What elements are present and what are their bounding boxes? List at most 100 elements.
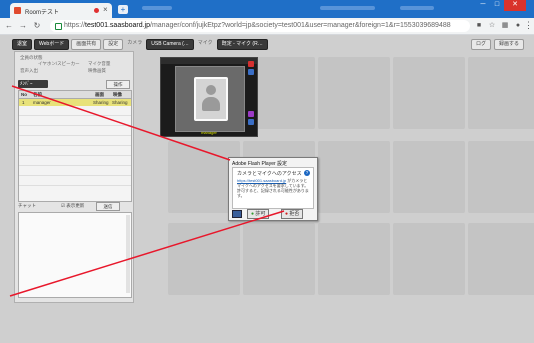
chat-send-button[interactable]: 送信: [96, 202, 120, 211]
member-title: ﾒﾝﾊﾞｰ: [18, 80, 48, 88]
option-video-quality[interactable]: 映像画質: [88, 68, 106, 74]
mic-select[interactable]: 既定 - マイク (R…: [216, 39, 268, 50]
video-slot: [468, 57, 534, 129]
mute-icon[interactable]: [248, 61, 254, 67]
settings-button[interactable]: 設定: [103, 39, 124, 50]
row-divider: [19, 175, 131, 176]
tab-title: Roomテスト: [25, 10, 60, 16]
video-user-name: manager: [201, 130, 217, 135]
chat-refresh-checkbox[interactable]: ☑ 表示更新: [61, 203, 84, 209]
avatar-body: [202, 97, 220, 111]
chat-label: チャット: [18, 203, 36, 208]
bookmark-star-icon[interactable]: ☆: [488, 21, 496, 30]
url-host: test001.saasboard.jp: [85, 22, 151, 29]
back-arrow-icon[interactable]: ←: [4, 21, 14, 31]
row-divider: [19, 155, 131, 156]
option-audio[interactable]: 音声入出: [20, 68, 38, 74]
video-slot: [393, 57, 465, 129]
options-area: 全員の状態 イヤホン/スピーカー 音声入出 マイク音量 映像画質: [18, 54, 130, 76]
video-slot: [243, 223, 315, 295]
dialog-body: カメラとマイクへのアクセス ? https://test001.saasboar…: [232, 167, 314, 209]
browser-menu-icon[interactable]: ⋮: [524, 21, 533, 31]
toolbar-icons: ■ ☆ ▦ ●: [475, 21, 522, 30]
flash-permission-dialog: Adobe Flash Player 設定 カメラとマイクへのアクセス ? ht…: [228, 157, 318, 221]
col-video: 映像: [113, 92, 122, 97]
info-icon: ?: [304, 170, 310, 176]
dialog-title: Adobe Flash Player 設定: [232, 161, 288, 167]
dialog-heading: カメラとマイクへのアクセス: [237, 171, 302, 177]
log-button[interactable]: ログ: [470, 39, 491, 50]
room-favicon-icon: [14, 7, 21, 14]
camera-select[interactable]: USB Camera (…: [146, 39, 194, 50]
video-slot: [168, 223, 240, 295]
camera-toggle-icon[interactable]: [248, 69, 254, 75]
window-controls: ─ □ ✕: [476, 0, 526, 11]
video-slot: [393, 141, 465, 213]
app-top-bar: 退室 Webボード 画面共有 設定 カメラ USB Camera (… マイク …: [12, 39, 268, 50]
address-bar[interactable]: https://test001.saasboard.jp/manager/con…: [50, 20, 470, 32]
deny-label: 拒否: [289, 211, 300, 217]
forward-arrow-icon[interactable]: →: [18, 21, 28, 31]
url-text: https://test001.saasboard.jp/manager/con…: [64, 22, 451, 29]
video-controls: [248, 61, 255, 127]
blurred-tab[interactable]: [142, 6, 172, 10]
deny-button[interactable]: ● 拒否: [281, 209, 304, 219]
member-no: 1: [22, 100, 25, 105]
video-slot: [318, 141, 390, 213]
video-slot: [468, 223, 534, 295]
expand-icon[interactable]: [248, 111, 254, 117]
deny-radio-icon: ●: [285, 211, 289, 217]
chat-scrollbar[interactable]: [126, 215, 130, 293]
chat-log[interactable]: [18, 212, 132, 298]
video-slot: [468, 141, 534, 213]
browser-tab-bar: Roomテスト × + ─ □ ✕: [0, 0, 534, 18]
chat-header: チャット ☑ 表示更新 送信: [18, 202, 130, 211]
member-table: No 名前 画面 映像 1 manager Sharing Sharing: [18, 90, 132, 202]
new-tab-button[interactable]: +: [118, 5, 128, 14]
member-operate-button[interactable]: 操作: [106, 80, 130, 89]
video-slot: [318, 57, 390, 129]
blurred-tab[interactable]: [320, 6, 375, 10]
user-avatar-icon: [194, 77, 228, 121]
col-screen: 画面: [95, 92, 104, 97]
webcam-icon: [232, 210, 242, 218]
lock-icon: [55, 23, 62, 30]
record-button[interactable]: 録画する: [493, 39, 524, 50]
self-video-panel[interactable]: manager: [160, 57, 258, 137]
profile-icon[interactable]: ●: [514, 21, 522, 30]
member-header: ﾒﾝﾊﾞｰ 操作: [18, 80, 130, 89]
tab-close-icon[interactable]: ×: [103, 5, 108, 14]
member-video-status: Sharing: [112, 100, 128, 105]
blurred-tab[interactable]: [400, 6, 434, 10]
allow-button[interactable]: ● 許可: [247, 209, 270, 219]
option-mic-volume[interactable]: マイク音量: [88, 61, 110, 67]
reload-icon[interactable]: ↻: [32, 21, 42, 31]
table-row[interactable]: 1 manager Sharing Sharing: [19, 99, 131, 106]
camera-permission-icon[interactable]: ■: [475, 21, 483, 30]
mic-label: マイク: [197, 40, 213, 46]
allow-label: 許可: [255, 211, 266, 217]
browser-toolbar: ← → ↻ https://test001.saasboard.jp/manag…: [0, 18, 534, 35]
camera-label: カメラ: [127, 40, 143, 46]
webboard-button[interactable]: Webボード: [34, 39, 70, 50]
exit-button[interactable]: 退室: [12, 39, 33, 50]
option-earphone[interactable]: イヤホン/スピーカー: [38, 61, 80, 67]
video-slot: [318, 223, 390, 295]
member-table-header: No 名前 画面 映像: [19, 91, 131, 99]
member-name: manager: [33, 100, 51, 105]
fullscreen-icon[interactable]: [248, 119, 254, 125]
row-divider: [19, 145, 131, 146]
app-top-right: ログ 録画する: [470, 39, 524, 50]
close-window-button[interactable]: ✕: [504, 0, 526, 11]
minimize-button[interactable]: ─: [476, 0, 490, 11]
col-name: 名前: [33, 92, 42, 97]
member-screen-status: Sharing: [93, 100, 109, 105]
maximize-button[interactable]: □: [490, 0, 504, 11]
allow-radio-icon: ●: [251, 211, 255, 217]
browser-tab[interactable]: Roomテスト ×: [10, 3, 112, 18]
video-slot: [393, 223, 465, 295]
video-frame: [175, 66, 245, 132]
extension-icon[interactable]: ▦: [501, 21, 509, 30]
screen-share-button[interactable]: 画面共有: [71, 39, 102, 50]
dialog-message: https://test001.saasboard.jp がカメラとマイクへのア…: [237, 178, 309, 198]
